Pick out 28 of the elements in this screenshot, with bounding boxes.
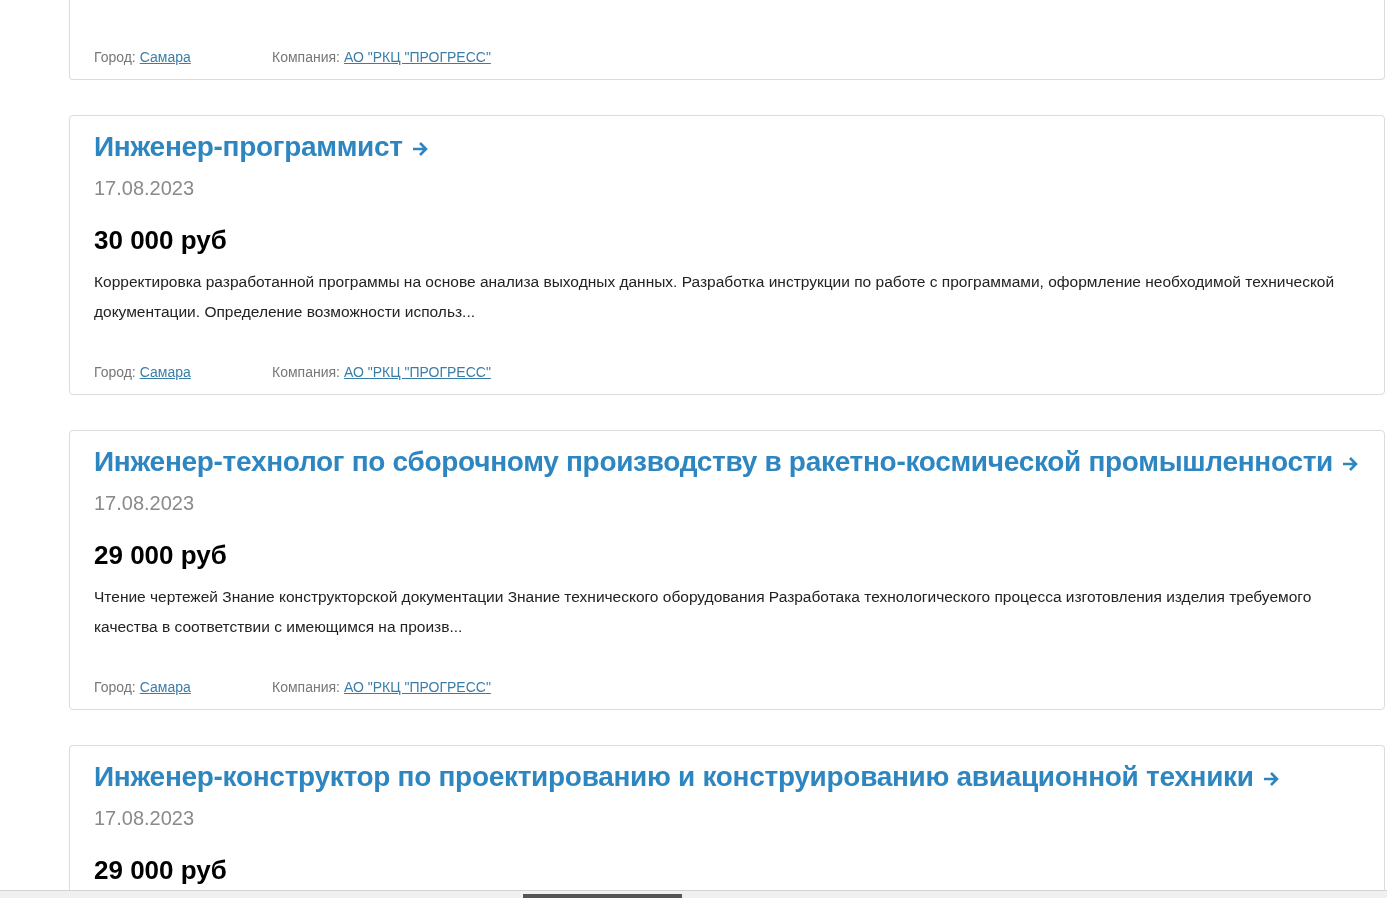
arrow-right-icon [410, 140, 429, 157]
company-link[interactable]: АО "РКЦ "ПРОГРЕСС" [343, 677, 491, 697]
horizontal-scrollbar[interactable] [0, 890, 1387, 898]
company-link[interactable]: АО "РКЦ "ПРОГРЕСС" [343, 47, 491, 67]
city-link[interactable]: Самара [139, 362, 191, 382]
vacancy-description: Корректировка разработанной программы на основе анализа выходных данных. Разработка инструкции по работе с программами, оформление необходимой технической документации. Определение возможности использ... [94, 272, 1336, 322]
city-label: Город: [94, 363, 136, 382]
city-link[interactable]: Самара [139, 47, 191, 67]
vacancy-date: 17.08.2023 [94, 491, 196, 515]
company-label: Компания: [272, 363, 340, 382]
salary: 30 000 руб [94, 224, 228, 257]
company-label: Компания: [272, 48, 340, 67]
vacancy-date: 17.08.2023 [94, 806, 196, 830]
salary: 29 000 руб [94, 539, 228, 572]
city-label: Город: [94, 678, 136, 697]
city-label: Город: [94, 48, 136, 67]
vacancy-date: 17.08.2023 [94, 176, 196, 200]
arrow-right-icon [1261, 770, 1280, 787]
vacancy-title-link[interactable]: Инженер-программист [94, 128, 1360, 166]
vacancy-title-link[interactable]: Инженер-конструктор по проектированию и конструированию авиационной техники [94, 758, 1360, 796]
company-link[interactable]: АО "РКЦ "ПРОГРЕСС" [343, 362, 491, 382]
salary: 29 000 руб [94, 854, 228, 887]
scrollbar-thumb[interactable] [523, 894, 682, 898]
vacancy-description: Чтение чертежей Знание конструкторской документации Знание технического оборудования Разработака технологического процесса изготовления изделия требуемого качества в соответствии с имеющимся на произв... [94, 587, 1313, 637]
arrow-right-icon [1341, 455, 1359, 472]
vacancy-title-link[interactable]: Инженер-технолог по сборочному производству в ракетно-космической промышленности [94, 443, 1360, 481]
company-label: Компания: [272, 678, 340, 697]
city-link[interactable]: Самара [139, 677, 191, 697]
